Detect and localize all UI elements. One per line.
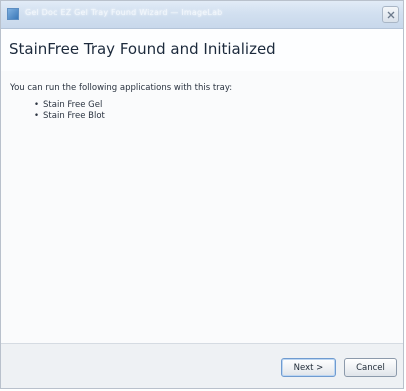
button-bar: Next > Cancel [1, 343, 403, 388]
next-button[interactable]: Next > [281, 358, 336, 377]
wizard-content: You can run the following applications w… [1, 71, 403, 344]
application-list: • Stain Free Gel • Stain Free Blot [34, 100, 105, 122]
close-icon [387, 11, 394, 18]
page-title: StainFree Tray Found and Initialized [9, 40, 276, 58]
intro-text: You can run the following applications w… [10, 83, 233, 93]
list-item: • Stain Free Gel [34, 100, 105, 111]
bullet-icon: • [34, 100, 40, 110]
title-bar[interactable]: Gel Doc EZ Gel Tray Found Wizard — Image… [1, 1, 403, 29]
application-label: Stain Free Gel [43, 100, 103, 110]
bullet-icon: • [34, 111, 40, 121]
cancel-button[interactable]: Cancel [344, 358, 397, 377]
window-title: Gel Doc EZ Gel Tray Found Wizard — Image… [25, 8, 223, 17]
list-item: • Stain Free Blot [34, 111, 105, 122]
app-icon [7, 8, 19, 20]
wizard-window: Gel Doc EZ Gel Tray Found Wizard — Image… [0, 0, 404, 389]
application-label: Stain Free Blot [43, 111, 105, 121]
wizard-header: StainFree Tray Found and Initialized [1, 29, 403, 71]
close-button[interactable] [382, 6, 399, 23]
